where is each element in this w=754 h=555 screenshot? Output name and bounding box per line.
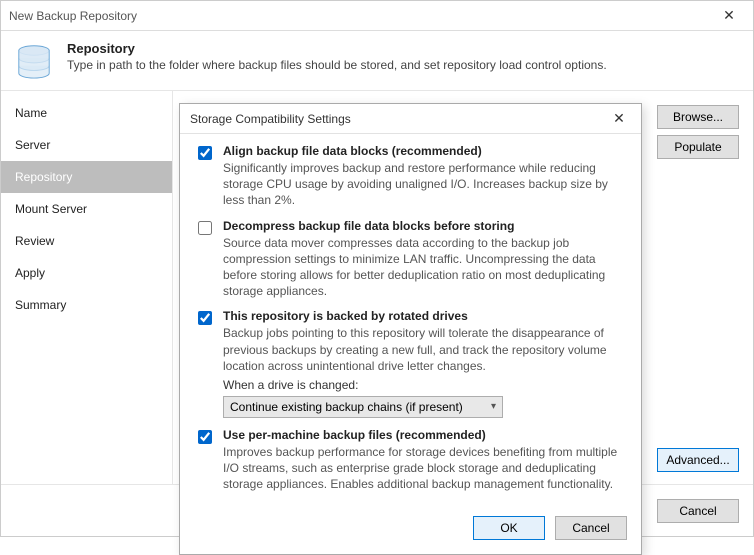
checkbox-decompress[interactable] bbox=[198, 221, 212, 235]
dialog-body: Align backup file data blocks (recommend… bbox=[180, 134, 641, 508]
drive-change-dropdown[interactable]: Continue existing backup chains (if pres… bbox=[223, 396, 503, 418]
wizard-sidebar: Name Server Repository Mount Server Revi… bbox=[1, 91, 173, 484]
option-label: Decompress backup file data blocks befor… bbox=[223, 219, 627, 233]
storage-compatibility-dialog: Storage Compatibility Settings ✕ Align b… bbox=[179, 103, 642, 555]
cancel-button[interactable]: Cancel bbox=[657, 499, 739, 523]
dialog-titlebar: Storage Compatibility Settings ✕ bbox=[180, 104, 641, 134]
dropdown-value: Continue existing backup chains (if pres… bbox=[230, 400, 463, 414]
option-decompress: Decompress backup file data blocks befor… bbox=[194, 219, 627, 300]
page-subtitle: Type in path to the folder where backup … bbox=[67, 58, 607, 72]
close-icon[interactable]: ✕ bbox=[713, 7, 745, 24]
populate-button[interactable]: Populate bbox=[657, 135, 739, 159]
chevron-down-icon: ▾ bbox=[491, 401, 496, 412]
option-label: This repository is backed by rotated dri… bbox=[223, 309, 627, 323]
browse-button[interactable]: Browse... bbox=[657, 105, 739, 129]
option-desc: Source data mover compresses data accord… bbox=[223, 235, 627, 300]
option-desc: Backup jobs pointing to this repository … bbox=[223, 325, 627, 374]
checkbox-per-machine[interactable] bbox=[198, 430, 212, 444]
option-label: Align backup file data blocks (recommend… bbox=[223, 144, 627, 158]
sidebar-item-repository[interactable]: Repository bbox=[1, 161, 172, 193]
option-desc: Improves backup performance for storage … bbox=[223, 444, 627, 493]
repository-icon bbox=[15, 41, 53, 82]
dialog-title: Storage Compatibility Settings bbox=[190, 112, 607, 126]
dialog-footer: OK Cancel bbox=[180, 508, 641, 554]
sidebar-item-label: Review bbox=[15, 234, 54, 248]
sidebar-item-label: Server bbox=[15, 138, 50, 152]
option-rotated-drives: This repository is backed by rotated dri… bbox=[194, 309, 627, 418]
page-title: Repository bbox=[67, 41, 607, 56]
option-align-blocks: Align backup file data blocks (recommend… bbox=[194, 144, 627, 209]
sidebar-item-name[interactable]: Name bbox=[1, 97, 172, 129]
sidebar-item-label: Repository bbox=[15, 170, 72, 184]
sidebar-item-apply[interactable]: Apply bbox=[1, 257, 172, 289]
titlebar: New Backup Repository ✕ bbox=[1, 1, 753, 31]
drive-change-sublabel: When a drive is changed: bbox=[223, 378, 627, 392]
sidebar-item-server[interactable]: Server bbox=[1, 129, 172, 161]
checkbox-align-blocks[interactable] bbox=[198, 146, 212, 160]
advanced-button[interactable]: Advanced... bbox=[657, 448, 739, 472]
option-desc: Significantly improves backup and restor… bbox=[223, 160, 627, 209]
option-per-machine: Use per-machine backup files (recommende… bbox=[194, 428, 627, 493]
checkbox-rotated-drives[interactable] bbox=[198, 311, 212, 325]
sidebar-item-label: Summary bbox=[15, 298, 66, 312]
sidebar-item-label: Apply bbox=[15, 266, 45, 280]
sidebar-item-label: Name bbox=[15, 106, 47, 120]
option-label: Use per-machine backup files (recommende… bbox=[223, 428, 627, 442]
wizard-header: Repository Type in path to the folder wh… bbox=[1, 31, 753, 90]
window-title: New Backup Repository bbox=[9, 9, 713, 23]
sidebar-item-summary[interactable]: Summary bbox=[1, 289, 172, 321]
sidebar-item-label: Mount Server bbox=[15, 202, 87, 216]
sidebar-item-review[interactable]: Review bbox=[1, 225, 172, 257]
sidebar-item-mount-server[interactable]: Mount Server bbox=[1, 193, 172, 225]
main-window: New Backup Repository ✕ Repository Type … bbox=[0, 0, 754, 537]
close-icon[interactable]: ✕ bbox=[607, 110, 631, 127]
